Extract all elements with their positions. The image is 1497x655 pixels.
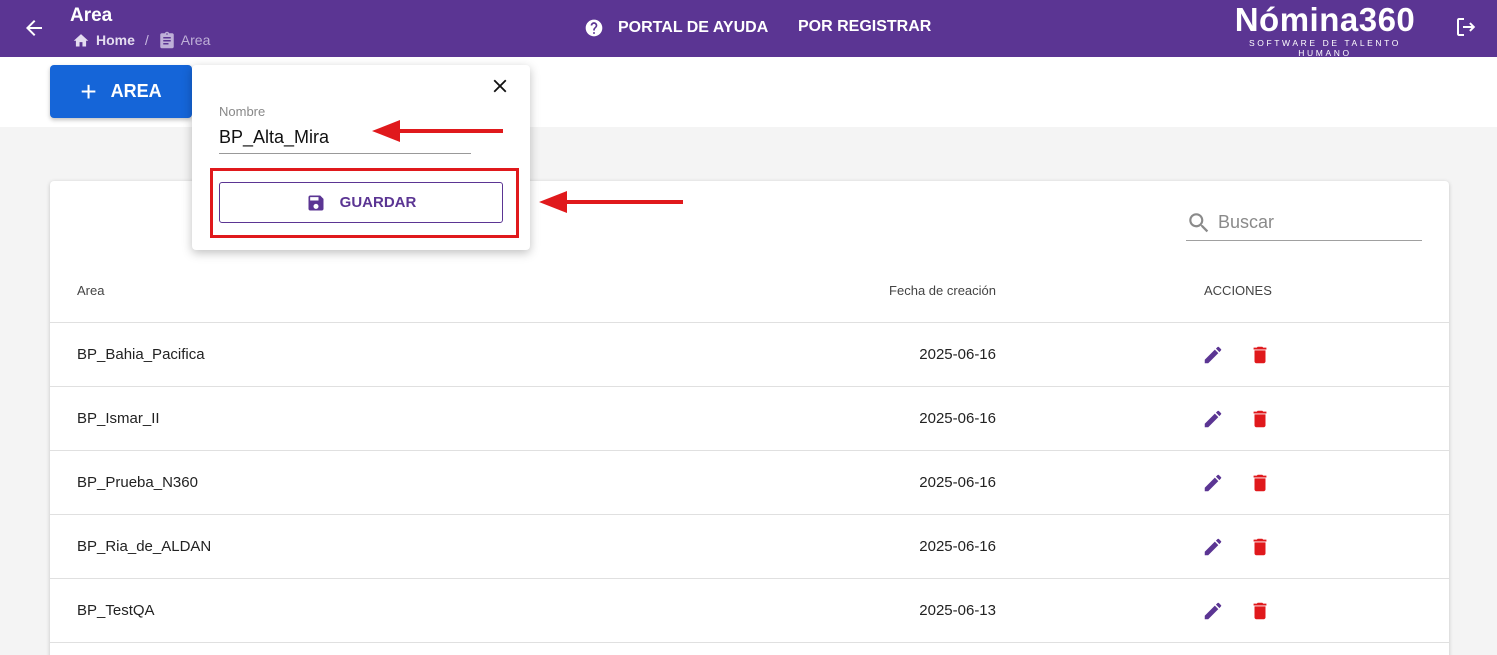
column-header-area[interactable]: Area <box>77 283 104 298</box>
annotation-arrow-icon <box>372 120 503 142</box>
table-row: BP_Ismar_II 2025-06-16 <box>50 387 1449 451</box>
area-name-cell: BP_TestQA <box>77 602 155 619</box>
back-arrow-icon[interactable] <box>22 16 46 40</box>
edit-icon[interactable] <box>1202 472 1224 494</box>
edit-icon[interactable] <box>1202 408 1224 430</box>
date-cell: 2025-06-16 <box>919 474 996 491</box>
edit-icon[interactable] <box>1202 600 1224 622</box>
add-area-label: AREA <box>110 81 162 101</box>
search-input[interactable] <box>1218 212 1418 233</box>
breadcrumb-current-label: Area <box>180 32 211 48</box>
area-name-cell: BP_Bahia_Pacifica <box>77 346 205 363</box>
table-row: BP_Bahia_Pacifica 2025-06-16 <box>50 323 1449 387</box>
breadcrumb-home[interactable]: Home <box>72 32 135 48</box>
edit-icon[interactable] <box>1202 536 1224 558</box>
edit-icon[interactable] <box>1202 344 1224 366</box>
breadcrumb-separator: / <box>144 32 149 48</box>
breadcrumb-home-label: Home <box>96 32 135 48</box>
delete-icon[interactable] <box>1249 536 1271 558</box>
search-icon <box>1189 212 1209 232</box>
breadcrumb-current: Area <box>159 31 211 49</box>
plus-icon: + <box>80 75 97 107</box>
nav-help-portal[interactable]: PORTAL DE AYUDA <box>584 18 768 38</box>
annotation-arrow-icon <box>539 191 683 213</box>
delete-icon[interactable] <box>1249 600 1271 622</box>
column-header-acciones: ACCIONES <box>1204 283 1272 298</box>
brand-logo: Nómina360 SOFTWARE DE TALENTO HUMANO <box>1222 1 1428 59</box>
page-title: Area <box>70 5 113 26</box>
date-cell: 2025-06-13 <box>919 602 996 619</box>
breadcrumb: Home / Area <box>72 31 210 49</box>
delete-icon[interactable] <box>1249 408 1271 430</box>
nav-por-registrar[interactable]: POR REGISTRAR <box>798 18 931 36</box>
top-bar: Area Home / Area PORTAL DE AYUDA POR REG… <box>0 0 1497 59</box>
clipboard-icon <box>160 31 174 49</box>
delete-icon[interactable] <box>1249 472 1271 494</box>
logo-tagline: SOFTWARE DE TALENTO HUMANO <box>1248 38 1402 58</box>
highlight-box <box>210 168 519 238</box>
nombre-field-label: Nombre <box>219 104 266 119</box>
logout-icon[interactable] <box>1454 15 1478 39</box>
close-icon[interactable] <box>489 75 511 97</box>
table-row: BP_Ria_de_ALDAN 2025-06-16 <box>50 515 1449 579</box>
date-cell: 2025-06-16 <box>919 346 996 363</box>
home-icon <box>73 34 89 47</box>
area-name-cell: BP_Prueba_N360 <box>77 474 198 491</box>
date-cell: 2025-06-16 <box>919 538 996 555</box>
add-area-button[interactable]: + AREA <box>50 65 192 118</box>
area-name-cell: BP_Ria_de_ALDAN <box>77 538 212 555</box>
table-row: BP_Prueba_N360 2025-06-16 <box>50 451 1449 515</box>
area-table-card: Area Fecha de creación ACCIONES BP_Bahia… <box>50 181 1449 655</box>
table-header: Area Fecha de creación ACCIONES <box>50 259 1449 323</box>
help-icon <box>585 19 603 37</box>
column-header-fecha[interactable]: Fecha de creación <box>889 283 996 298</box>
delete-icon[interactable] <box>1249 344 1271 366</box>
logo-text: Nómina360 <box>1234 1 1416 38</box>
search-box <box>1186 205 1422 241</box>
table-row: BP_TestQA 2025-06-13 <box>50 579 1449 643</box>
date-cell: 2025-06-16 <box>919 410 996 427</box>
area-name-cell: BP_Ismar_II <box>77 410 160 427</box>
nav-help-label: PORTAL DE AYUDA <box>618 19 769 36</box>
